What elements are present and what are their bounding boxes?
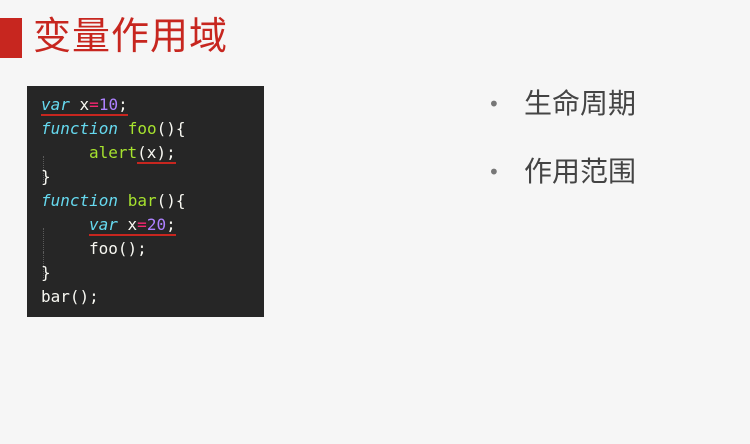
number-10: 10 xyxy=(98,95,119,114)
closing-brace: } xyxy=(41,167,51,186)
bullet-icon: • xyxy=(488,92,500,116)
slide-title: 变量作用域 xyxy=(33,14,229,58)
bullet-item-lifecycle: • 生命周期 xyxy=(488,84,636,152)
alert-args-x: (x); xyxy=(137,143,176,164)
code-line-3: alert(x); xyxy=(41,141,264,182)
bullet-icon: • xyxy=(488,160,500,184)
code-line-4: } xyxy=(41,165,264,189)
closing-brace: } xyxy=(41,263,51,282)
keyword-function: function xyxy=(41,119,119,138)
identifier-x: x xyxy=(69,95,90,114)
function-parens: (){ xyxy=(156,191,186,210)
keyword-var: var xyxy=(89,215,118,234)
function-call-alert: alert xyxy=(89,143,138,162)
function-parens: (){ xyxy=(156,119,186,138)
identifier-x: x xyxy=(117,215,138,234)
bullet-item-scope: • 作用范围 xyxy=(488,152,636,220)
code-line-1: var x=10; xyxy=(41,93,264,117)
bullet-label: 生命周期 xyxy=(524,87,637,120)
var-x-declaration-local: var x=20; xyxy=(89,215,176,236)
var-x-declaration-global: var x=10; xyxy=(41,95,128,116)
bar-call: bar(); xyxy=(41,287,99,306)
semicolon: ; xyxy=(118,95,128,114)
function-name-bar: bar xyxy=(127,191,157,210)
bullet-label: 作用范围 xyxy=(524,155,637,188)
code-block: var x=10; function foo(){ alert(x); } fu… xyxy=(27,86,264,317)
operator-assign: = xyxy=(89,95,99,114)
code-line-8: } xyxy=(41,261,264,285)
code-line-5: function bar(){ xyxy=(41,189,264,213)
bullet-list: • 生命周期 • 作用范围 xyxy=(488,84,636,220)
code-line-7: foo(); xyxy=(41,237,264,278)
code-line-6: var x=20; xyxy=(41,213,264,254)
number-20: 20 xyxy=(146,215,167,234)
function-name-foo: foo xyxy=(127,119,157,138)
operator-assign: = xyxy=(137,215,147,234)
foo-call: foo(); xyxy=(89,239,147,258)
code-line-2: function foo(){ xyxy=(41,117,264,141)
keyword-var: var xyxy=(41,95,70,114)
semicolon: ; xyxy=(166,215,176,234)
keyword-function: function xyxy=(41,191,119,210)
code-line-9: bar(); xyxy=(41,285,264,309)
title-accent-bar xyxy=(0,18,22,58)
